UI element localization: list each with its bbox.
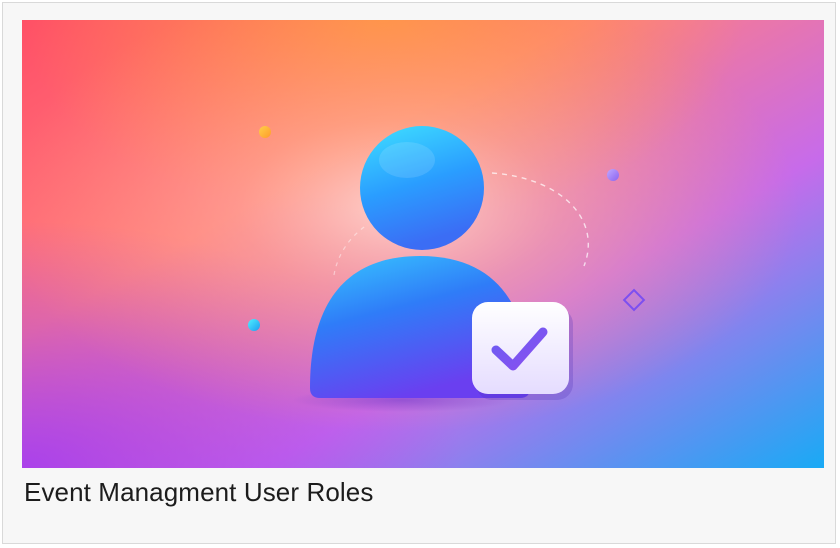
badge-tile: [472, 302, 569, 394]
check-badge: [472, 302, 573, 400]
cyan-dot-icon: [248, 319, 260, 331]
user-head: [360, 126, 484, 250]
article-card[interactable]: Event Managment User Roles: [2, 2, 836, 544]
violet-dot-icon: [607, 169, 619, 181]
head-highlight: [379, 142, 435, 178]
user-roles-illustration: [22, 20, 824, 468]
card-title[interactable]: Event Managment User Roles: [24, 477, 373, 508]
hero-image: [22, 20, 824, 468]
orange-dot-icon: [259, 126, 271, 138]
